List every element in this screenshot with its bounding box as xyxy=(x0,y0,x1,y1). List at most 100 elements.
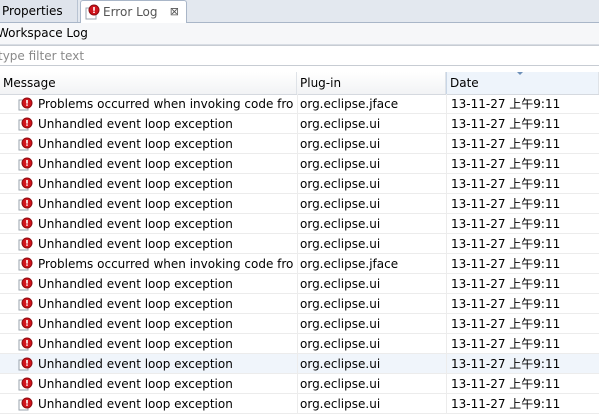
error-icon xyxy=(18,297,34,311)
column-divider xyxy=(297,334,298,353)
column-divider xyxy=(446,194,447,213)
row-date: 13-11-27 上午9:11 xyxy=(451,357,561,371)
column-header-date[interactable]: Date xyxy=(446,72,599,94)
table-row[interactable]: Unhandled event loop exception org.eclips… xyxy=(0,154,599,174)
row-message: Unhandled event loop exception xyxy=(38,297,233,311)
error-icon xyxy=(18,277,34,291)
column-divider xyxy=(297,254,298,273)
column-divider xyxy=(297,294,298,313)
column-divider xyxy=(297,214,298,233)
column-header-message-label: Message xyxy=(3,76,56,90)
column-header-message[interactable]: Message xyxy=(0,72,297,94)
column-divider xyxy=(446,274,447,293)
table-row[interactable]: Unhandled event loop exception org.eclips… xyxy=(0,214,599,234)
table-row[interactable]: Unhandled event loop exception org.eclips… xyxy=(0,234,599,254)
error-icon xyxy=(18,137,34,151)
table-row[interactable]: Unhandled event loop exception org.eclips… xyxy=(0,374,599,394)
error-icon xyxy=(18,117,34,131)
table-row[interactable]: Unhandled event loop exception org.eclips… xyxy=(0,114,599,134)
row-message: Unhandled event loop exception xyxy=(38,217,233,231)
column-divider xyxy=(297,274,298,293)
row-date: 13-11-27 上午9:11 xyxy=(451,197,561,211)
row-plugin: org.eclipse.jface xyxy=(300,257,399,271)
column-divider xyxy=(297,354,298,373)
column-divider xyxy=(446,314,447,333)
row-plugin: org.eclipse.ui xyxy=(300,137,381,151)
table-row[interactable]: Unhandled event loop exception org.eclips… xyxy=(0,354,599,374)
row-message: Unhandled event loop exception xyxy=(38,237,233,251)
row-date: 13-11-27 上午9:11 xyxy=(451,217,561,231)
tab-properties[interactable]: Properties xyxy=(0,0,78,22)
row-plugin: org.eclipse.ui xyxy=(300,337,381,351)
error-icon xyxy=(18,157,34,171)
error-icon xyxy=(18,317,34,331)
error-icon xyxy=(18,97,34,111)
error-icon xyxy=(18,357,34,371)
column-divider xyxy=(446,214,447,233)
column-divider xyxy=(297,394,298,413)
row-date: 13-11-27 上午9:11 xyxy=(451,337,561,351)
column-divider xyxy=(297,154,298,173)
row-date: 13-11-27 上午9:11 xyxy=(451,257,561,271)
column-divider xyxy=(446,134,447,153)
column-divider xyxy=(297,194,298,213)
row-message: Unhandled event loop exception xyxy=(38,397,233,411)
row-message: Unhandled event loop exception xyxy=(38,337,233,351)
row-plugin: org.eclipse.jface xyxy=(300,97,399,111)
row-message: Unhandled event loop exception xyxy=(38,117,233,131)
filter-input[interactable] xyxy=(0,45,599,66)
row-plugin: org.eclipse.ui xyxy=(300,357,381,371)
table-row[interactable]: Unhandled event loop exception org.eclips… xyxy=(0,274,599,294)
table-row[interactable]: Unhandled event loop exception org.eclips… xyxy=(0,294,599,314)
row-message: Problems occurred when invoking code fro… xyxy=(38,97,294,111)
error-icon xyxy=(18,397,34,411)
row-message: Unhandled event loop exception xyxy=(38,377,233,391)
error-icon xyxy=(18,177,34,191)
column-divider xyxy=(446,394,447,413)
view-tab-bar: Properties Error Log ⊠ xyxy=(0,0,599,23)
row-date: 13-11-27 上午9:11 xyxy=(451,117,561,131)
column-divider xyxy=(446,334,447,353)
row-message: Problems occurred when invoking code fro… xyxy=(38,257,294,271)
column-header-plugin-label: Plug-in xyxy=(300,76,342,90)
sort-descending-icon xyxy=(517,72,523,75)
row-message: Unhandled event loop exception xyxy=(38,157,233,171)
row-message: Unhandled event loop exception xyxy=(38,317,233,331)
row-date: 13-11-27 上午9:11 xyxy=(451,97,561,111)
row-plugin: org.eclipse.ui xyxy=(300,317,381,331)
row-plugin: org.eclipse.ui xyxy=(300,157,381,171)
row-plugin: org.eclipse.ui xyxy=(300,377,381,391)
close-tab-icon[interactable]: ⊠ xyxy=(170,1,179,23)
column-divider xyxy=(446,354,447,373)
error-icon xyxy=(18,237,34,251)
column-divider xyxy=(446,294,447,313)
column-divider xyxy=(446,94,447,113)
row-plugin: org.eclipse.ui xyxy=(300,277,381,291)
error-icon xyxy=(18,257,34,271)
column-divider xyxy=(446,154,447,173)
column-divider xyxy=(446,114,447,133)
table-header: Message Plug-in Date xyxy=(0,72,599,95)
tab-properties-label: Properties xyxy=(2,4,63,18)
row-message: Unhandled event loop exception xyxy=(38,137,233,151)
row-plugin: org.eclipse.ui xyxy=(300,397,381,411)
tab-error-log[interactable]: Error Log ⊠ xyxy=(80,0,187,23)
table-row[interactable]: Unhandled event loop exception org.eclips… xyxy=(0,314,599,334)
column-divider xyxy=(446,174,447,193)
row-message: Unhandled event loop exception xyxy=(38,177,233,191)
table-row[interactable]: Unhandled event loop exception org.eclips… xyxy=(0,194,599,214)
row-date: 13-11-27 上午9:11 xyxy=(451,277,561,291)
tab-error-log-label: Error Log xyxy=(103,5,158,19)
error-icon xyxy=(18,337,34,351)
row-plugin: org.eclipse.ui xyxy=(300,217,381,231)
table-row[interactable]: Unhandled event loop exception org.eclips… xyxy=(0,334,599,354)
table-row[interactable]: Unhandled event loop exception org.eclips… xyxy=(0,174,599,194)
column-header-plugin[interactable]: Plug-in xyxy=(297,72,446,94)
table-row[interactable]: Problems occurred when invoking code fro… xyxy=(0,254,599,274)
column-divider xyxy=(297,234,298,253)
column-divider xyxy=(446,254,447,273)
table-row[interactable]: Unhandled event loop exception org.eclips… xyxy=(0,394,599,414)
table-row[interactable]: Unhandled event loop exception org.eclips… xyxy=(0,134,599,154)
column-header-date-label: Date xyxy=(450,76,479,90)
table-row[interactable]: Problems occurred when invoking code fro… xyxy=(0,94,599,114)
